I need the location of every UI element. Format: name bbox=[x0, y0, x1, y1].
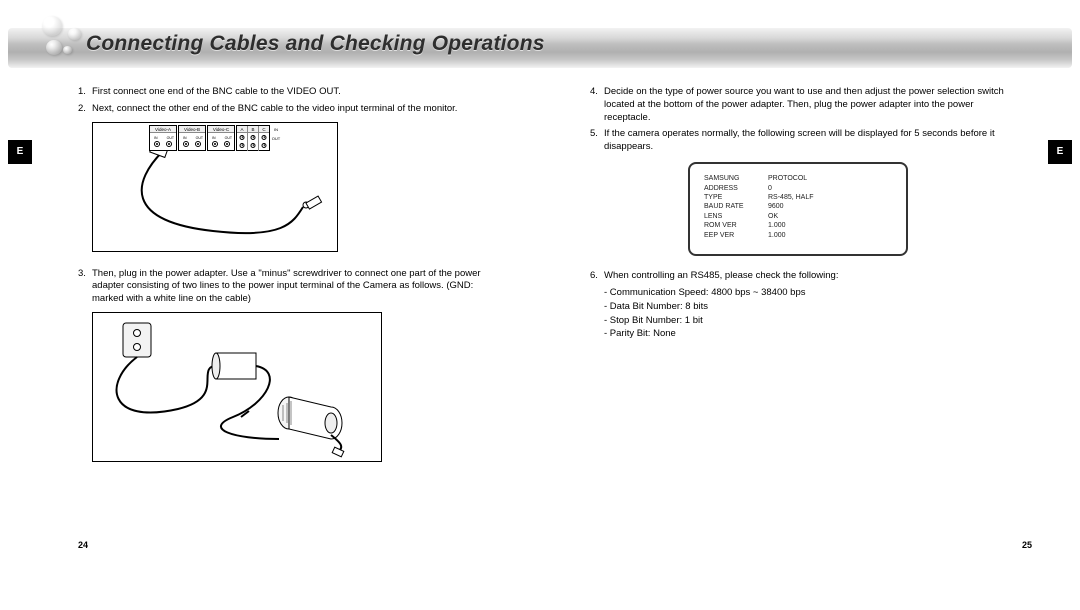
instruction-step-2: Next, connect the other end of the BNC c… bbox=[78, 103, 506, 116]
osd-row-key: SAMSUNG bbox=[704, 174, 762, 183]
osd-screen-box: SAMSUNG PROTOCOL ADDRESS 0 TYPE RS-485, … bbox=[688, 162, 908, 256]
instruction-step-3: Then, plug in the power adapter. Use a "… bbox=[78, 268, 506, 306]
rs485-spec-parity: - Parity Bit: None bbox=[604, 328, 1012, 341]
osd-row-value: 9600 bbox=[768, 202, 838, 211]
decorative-droplet bbox=[68, 28, 81, 40]
port-label-b: B bbox=[248, 126, 259, 132]
video-port-jack bbox=[212, 141, 218, 147]
decorative-droplet bbox=[63, 46, 72, 54]
edge-tab-left: E bbox=[8, 140, 32, 164]
video-port-a-label: Video-A bbox=[150, 126, 176, 133]
osd-row-key: ROM VER bbox=[704, 221, 762, 230]
port-in-label: IN bbox=[212, 136, 216, 140]
video-port-c-label: Video-C bbox=[208, 126, 234, 133]
osd-row-key: BAUD RATE bbox=[704, 202, 762, 211]
cable-curve-illustration bbox=[93, 151, 337, 247]
video-port-jack bbox=[224, 141, 230, 147]
video-port-jack bbox=[154, 141, 160, 147]
osd-row-key: EEP VER bbox=[704, 231, 762, 240]
video-port-jack bbox=[195, 141, 201, 147]
rs485-spec-speed: - Communication Speed: 4800 bps ~ 38400 … bbox=[604, 287, 1012, 300]
port-in-label: IN bbox=[183, 136, 187, 140]
rs485-spec-stop: - Stop Bit Number: 1 bit bbox=[604, 315, 1012, 328]
port-out-label: OUT bbox=[196, 136, 203, 140]
video-port-b-label: Video-B bbox=[179, 126, 205, 133]
page-title: Connecting Cables and Checking Operation… bbox=[86, 32, 545, 56]
rs485-spec-data: - Data Bit Number: 8 bits bbox=[604, 301, 1012, 314]
instruction-step-1: First connect one end of the BNC cable t… bbox=[78, 86, 506, 99]
page-number-right: 25 bbox=[1022, 540, 1032, 550]
decorative-droplet bbox=[42, 16, 62, 36]
video-port-jack bbox=[183, 141, 189, 147]
figure-power-adapter bbox=[92, 312, 382, 462]
osd-row-value: 0 bbox=[768, 184, 838, 193]
instruction-step-5: If the camera operates normally, the fol… bbox=[590, 128, 1012, 154]
port-out-label: OUT bbox=[271, 134, 281, 143]
port-label-a: A bbox=[237, 126, 248, 132]
title-bar: Connecting Cables and Checking Operation… bbox=[8, 28, 1072, 68]
port-out-label: OUT bbox=[225, 136, 232, 140]
figure-bnc-cable: Video-A IN OUT Video-B IN OUT Vi bbox=[92, 122, 338, 252]
osd-row-value: PROTOCOL bbox=[768, 174, 838, 183]
osd-row-value: RS-485, HALF bbox=[768, 193, 838, 202]
decorative-droplet bbox=[46, 40, 62, 55]
port-out-label: OUT bbox=[167, 136, 174, 140]
port-in-label: IN bbox=[271, 125, 281, 134]
osd-row-key: LENS bbox=[704, 212, 762, 221]
osd-row-key: ADDRESS bbox=[704, 184, 762, 193]
instruction-step-4: Decide on the type of power source you w… bbox=[590, 86, 1012, 124]
osd-row-value: 1.000 bbox=[768, 231, 838, 240]
video-port-jack bbox=[166, 141, 172, 147]
osd-row-value: 1.000 bbox=[768, 221, 838, 230]
osd-row-key: TYPE bbox=[704, 193, 762, 202]
osd-row-value: OK bbox=[768, 212, 838, 221]
page-number-left: 24 bbox=[78, 540, 88, 550]
edge-tab-right: E bbox=[1048, 140, 1072, 164]
instruction-step-6: When controlling an RS485, please check … bbox=[590, 270, 1012, 283]
port-label-c: C bbox=[259, 126, 269, 132]
port-in-label: IN bbox=[154, 136, 158, 140]
